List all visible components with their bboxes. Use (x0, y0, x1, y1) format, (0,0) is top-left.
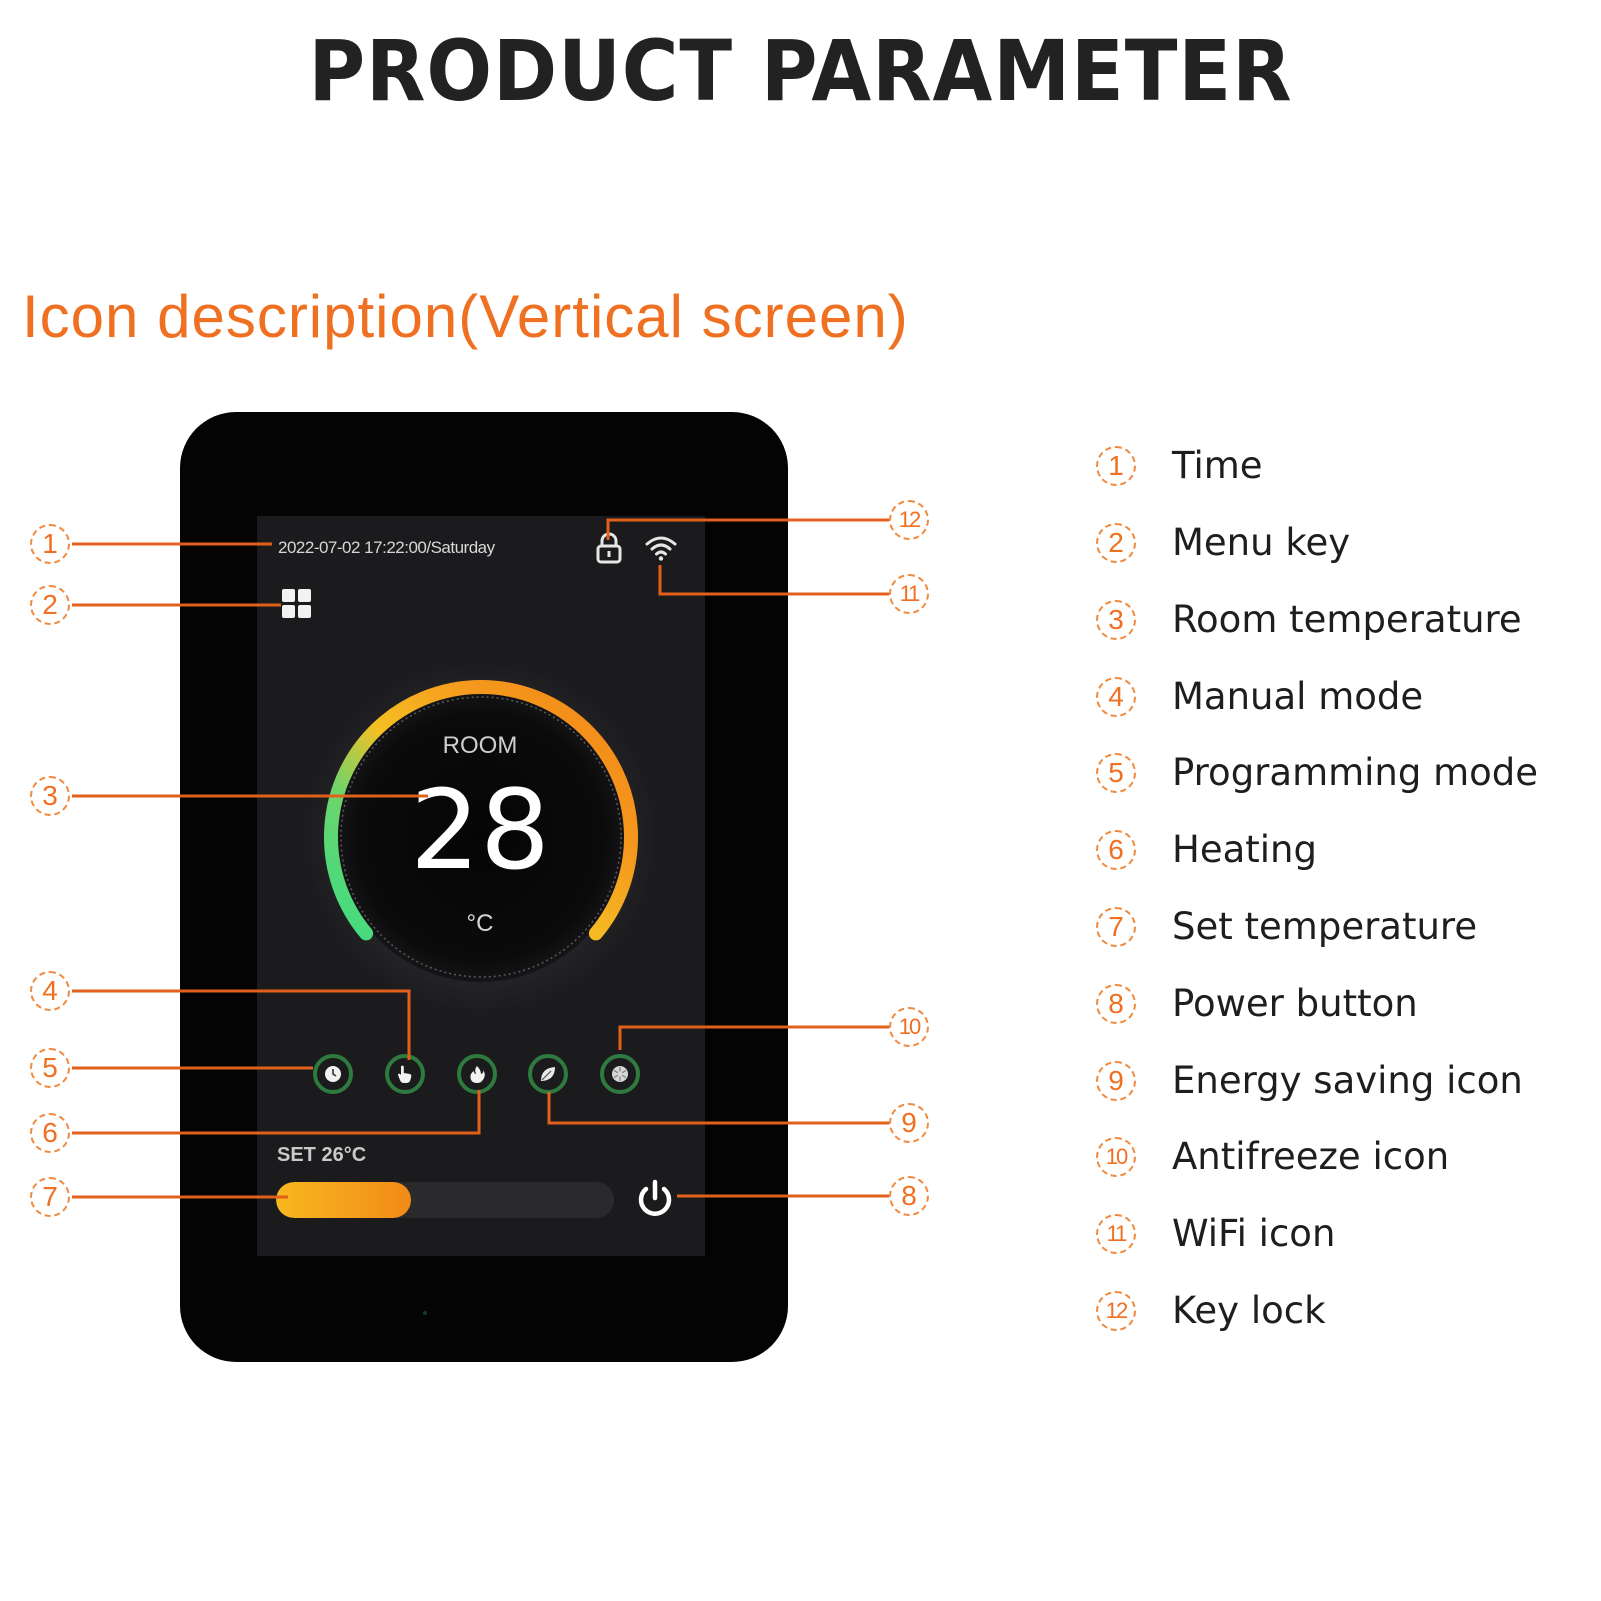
callout-badge-7: 7 (30, 1177, 70, 1217)
legend-item: 4 Manual mode (1096, 677, 1596, 727)
legend-badge: 5 (1096, 753, 1136, 793)
legend-label: Menu key (1172, 521, 1351, 564)
legend-label: Power button (1172, 982, 1418, 1025)
legend-item: 2 Menu key (1096, 523, 1596, 573)
legend-label: Room temperature (1172, 598, 1522, 641)
callout-badge-8: 8 (889, 1176, 929, 1216)
room-label: ROOM (442, 732, 518, 759)
legend-item: 10 Antifreeze icon (1096, 1137, 1596, 1187)
legend-label: Antifreeze icon (1172, 1135, 1450, 1178)
legend-badge: 6 (1096, 830, 1136, 870)
room-temperature-value: 28 (410, 766, 550, 894)
legend-item: 1 Time (1096, 446, 1596, 496)
programming-mode-button[interactable] (313, 1054, 353, 1094)
legend-item: 12 Key lock (1096, 1291, 1596, 1341)
legend-badge: 4 (1096, 677, 1136, 717)
legend-label: WiFi icon (1172, 1212, 1336, 1255)
legend-item: 5 Programming mode (1096, 753, 1596, 803)
callout-badge-2: 2 (30, 585, 70, 625)
sensor-dot (423, 1311, 427, 1315)
callout-badge-9: 9 (889, 1103, 929, 1143)
legend-badge: 3 (1096, 600, 1136, 640)
callout-badge-5: 5 (30, 1048, 70, 1088)
legend-item: 9 Energy saving icon (1096, 1061, 1596, 1111)
snowflake-icon (612, 1066, 628, 1082)
legend-badge: 2 (1096, 523, 1136, 563)
legend-badge: 9 (1096, 1061, 1136, 1101)
legend-item: 11 WiFi icon (1096, 1214, 1596, 1264)
callout-badge-3: 3 (30, 776, 70, 816)
legend-label: Set temperature (1172, 905, 1478, 948)
legend-label: Key lock (1172, 1289, 1326, 1332)
legend-badge: 11 (1096, 1214, 1136, 1254)
room-temperature-unit: °C (466, 910, 494, 937)
legend-label: Time (1172, 444, 1263, 487)
power-icon[interactable] (633, 1178, 677, 1222)
legend-badge: 7 (1096, 907, 1136, 947)
callout-badge-11: 11 (889, 574, 929, 614)
wifi-icon (645, 536, 677, 561)
legend-badge: 1 (1096, 446, 1136, 486)
datetime-display: 2022-07-02 17:22:00/Saturday (278, 538, 495, 557)
flame-icon (470, 1066, 485, 1083)
legend-label: Heating (1172, 828, 1317, 871)
set-temperature-slider[interactable] (276, 1182, 614, 1218)
antifreeze-button[interactable] (600, 1054, 640, 1094)
manual-mode-button[interactable] (385, 1054, 425, 1094)
callout-badge-6: 6 (30, 1113, 70, 1153)
legend-label: Programming mode (1172, 751, 1539, 794)
legend-label: Energy saving icon (1172, 1059, 1523, 1102)
callout-badge-1: 1 (30, 524, 70, 564)
set-temperature-fill (276, 1182, 412, 1218)
energy-saving-button[interactable] (528, 1054, 568, 1094)
grid-menu-icon[interactable] (281, 588, 313, 620)
heating-button[interactable] (457, 1054, 497, 1094)
legend-badge: 10 (1096, 1137, 1136, 1177)
page-title: PRODUCT PARAMETER (308, 22, 1293, 120)
set-temperature-label: SET 26°C (277, 1144, 367, 1166)
callout-badge-4: 4 (30, 971, 70, 1011)
legend-item: 6 Heating (1096, 830, 1596, 880)
callout-badge-10: 10 (889, 1007, 929, 1047)
section-title: Icon description(Vertical screen) (22, 283, 909, 350)
legend-label: Manual mode (1172, 675, 1424, 718)
legend-item: 8 Power button (1096, 984, 1596, 1034)
leaf-icon (541, 1067, 555, 1081)
hand-icon (398, 1065, 412, 1083)
legend-badge: 8 (1096, 984, 1136, 1024)
legend-badge: 12 (1096, 1291, 1136, 1331)
lock-icon[interactable] (595, 532, 623, 564)
clock-icon (325, 1066, 341, 1082)
legend-item: 7 Set temperature (1096, 907, 1596, 957)
legend-item: 3 Room temperature (1096, 600, 1596, 650)
callout-badge-12: 12 (889, 500, 929, 540)
